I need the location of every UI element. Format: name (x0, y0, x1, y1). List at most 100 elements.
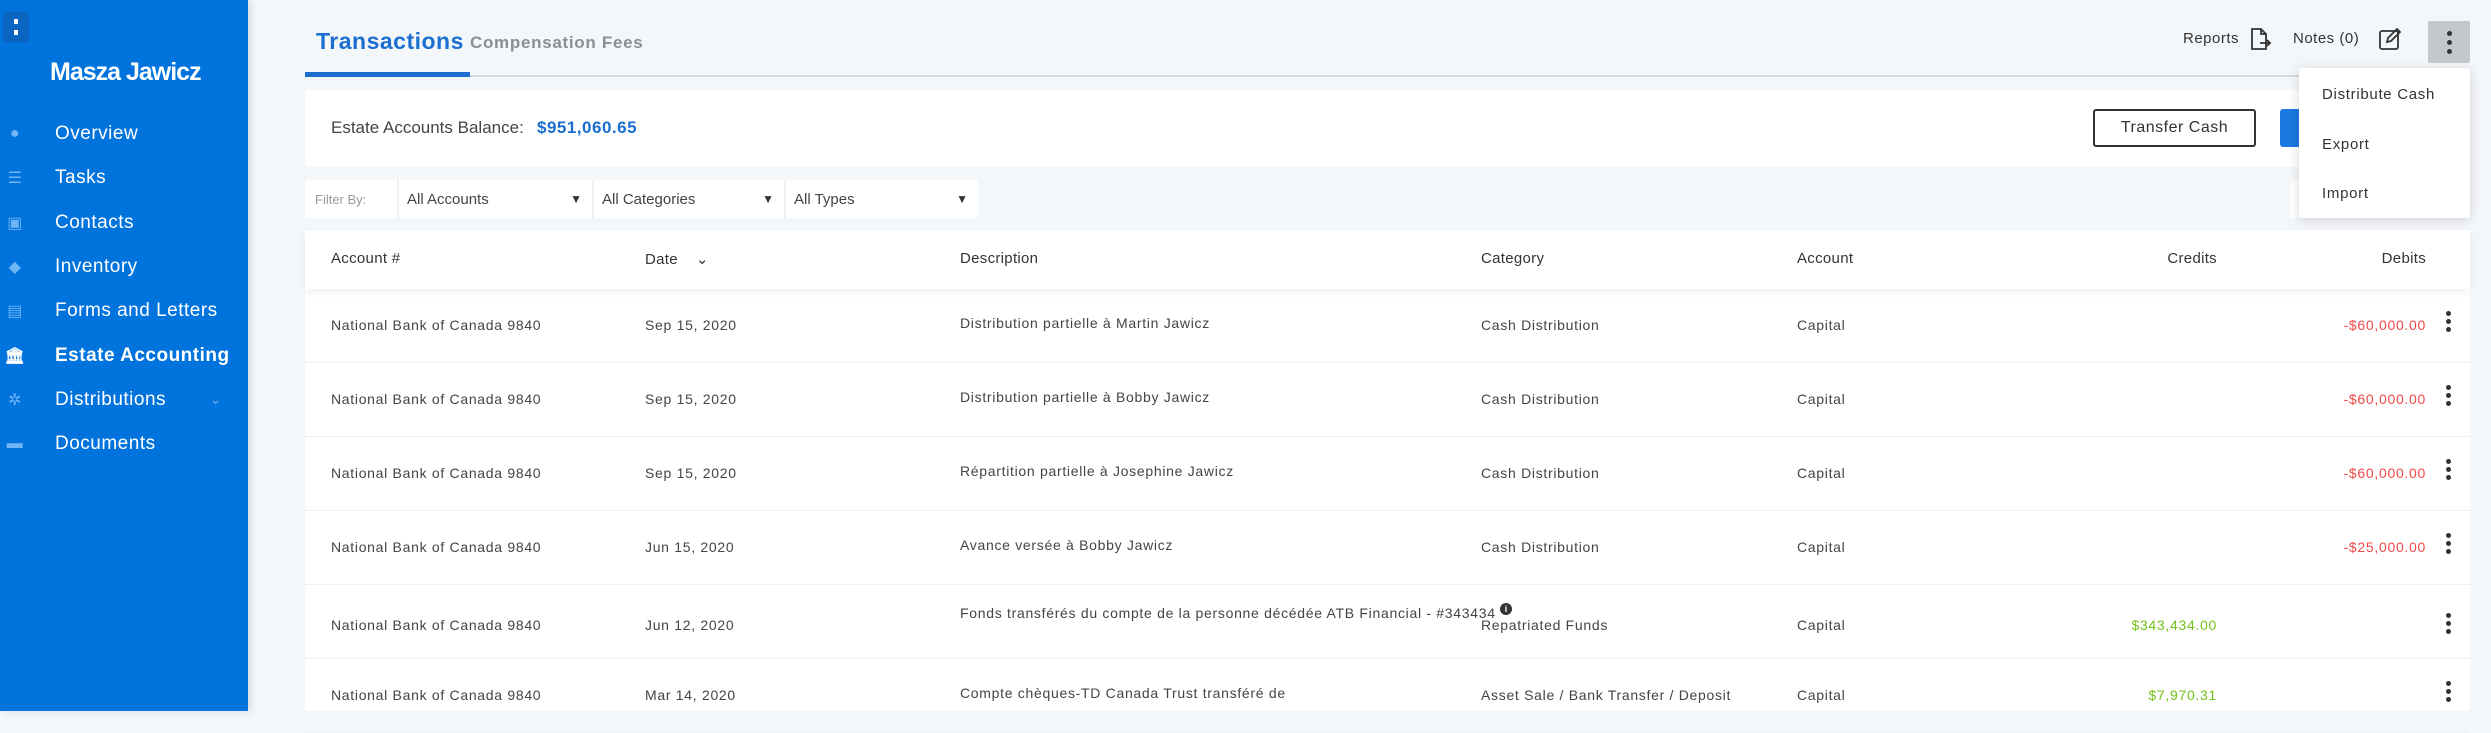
menu-item-export[interactable]: Export (2322, 136, 2370, 153)
transfer-cash-button[interactable]: Transfer Cash (2093, 109, 2256, 147)
tab-divider (305, 75, 2470, 77)
sidebar-item-documents[interactable]: ▬ Documents (0, 424, 248, 464)
row-more-options-button[interactable] (2446, 613, 2451, 634)
sidebar-item-label: Distributions (55, 388, 167, 410)
caret-down-icon: ▼ (570, 192, 582, 206)
cell-account-number: National Bank of Canada 9840 (331, 317, 542, 333)
notes-link[interactable]: Notes (0) (2293, 30, 2359, 47)
table-row[interactable]: National Bank of Canada 9840 Sep 15, 2020… (305, 289, 2470, 363)
header-date[interactable]: Date ⌄ (645, 250, 709, 268)
table-row[interactable]: National Bank of Canada 9840 Jun 12, 2020… (305, 585, 2470, 659)
cell-category: Asset Sale / Bank Transfer / Deposit (1481, 687, 1732, 703)
cell-account: Capital (1797, 539, 1846, 555)
categories-filter-value: All Categories (602, 190, 696, 208)
row-more-options-button[interactable] (2446, 533, 2451, 554)
row-more-options-button[interactable] (2446, 311, 2451, 332)
sidebar-item-inventory[interactable]: ◆ Inventory (0, 247, 248, 287)
types-filter-select[interactable]: All Types ▼ (784, 180, 978, 218)
info-icon[interactable]: i (1500, 603, 1513, 616)
cell-description: Répartition partielle à Josephine Jawicz (960, 459, 1520, 484)
cell-description: Distribution partielle à Bobby Jawicz (960, 385, 1520, 410)
filter-label: Filter By: (315, 191, 367, 207)
cell-debit: -$25,000.00 (2343, 539, 2426, 555)
sidebar-item-label: Tasks (55, 167, 107, 189)
menu-item-distribute-cash[interactable]: Distribute Cash (2322, 86, 2435, 103)
header-account[interactable]: Account (1797, 250, 1853, 267)
table-row[interactable]: National Bank of Canada 9840 Jun 15, 2020… (305, 511, 2470, 585)
menu-item-import[interactable]: Import (2322, 185, 2369, 202)
cell-category: Cash Distribution (1481, 317, 1600, 333)
sidebar-item-label: Contacts (55, 211, 134, 233)
sidebar-item-contacts[interactable]: ▣ Contacts (0, 203, 248, 243)
cell-account-number: National Bank of Canada 9840 (331, 617, 542, 633)
more-options-button[interactable] (2428, 21, 2470, 63)
table-row[interactable]: National Bank of Canada 9840 Sep 15, 2020… (305, 437, 2470, 511)
reports-link[interactable]: Reports (2183, 30, 2239, 47)
row-more-options-button[interactable] (2446, 459, 2451, 480)
sidebar-item-forms-and-letters[interactable]: ▤ Forms and Letters (0, 291, 248, 331)
tab-transactions[interactable]: Transactions (316, 28, 464, 55)
bank-icon: 🏛 (4, 347, 26, 365)
header-account-number[interactable]: Account # (331, 250, 400, 267)
network-icon: ✲ (8, 391, 22, 409)
folder-icon: ▬ (6, 435, 24, 453)
clock-icon: ● (9, 125, 21, 142)
categories-filter-select[interactable]: All Categories ▼ (592, 180, 784, 218)
sidebar-item-label: Documents (55, 433, 156, 455)
cell-account: Capital (1797, 391, 1846, 407)
document-edit-icon: ▤ (7, 303, 23, 321)
cell-account-number: National Bank of Canada 9840 (331, 687, 542, 703)
header-debits[interactable]: Debits (2326, 250, 2426, 267)
chevron-down-icon: ⌄ (695, 251, 709, 268)
cell-account: Capital (1797, 317, 1846, 333)
balance-value: $951,060.65 (537, 118, 638, 137)
sidebar-item-estate-accounting[interactable]: 🏛 Estate Accounting (0, 336, 248, 376)
cell-description: Avance versée à Bobby Jawicz (960, 533, 1520, 558)
cell-category: Repatriated Funds (1481, 617, 1609, 633)
row-more-options-button[interactable] (2446, 385, 2451, 406)
sidebar-item-label: Inventory (55, 255, 138, 277)
description-text: Avance versée à Bobby Jawicz (960, 537, 1174, 553)
sidebar-item-label: Estate Accounting (55, 344, 230, 366)
reports-export-icon[interactable] (2248, 27, 2272, 56)
cell-date: Sep 15, 2020 (645, 391, 737, 407)
cell-date: Sep 15, 2020 (645, 465, 737, 481)
cell-credit: $343,434.00 (2131, 617, 2217, 633)
sidebar-item-tasks[interactable]: ☰ Tasks (0, 158, 248, 198)
menu-toggle-button[interactable] (3, 12, 29, 42)
description-text: Fonds transférés du compte de la personn… (960, 605, 1496, 621)
user-name: Masza Jawicz (50, 58, 202, 86)
description-text: Distribution partielle à Bobby Jawicz (960, 389, 1211, 405)
edit-icon[interactable] (2378, 27, 2402, 56)
header-description[interactable]: Description (960, 250, 1038, 267)
cell-description: Distribution partielle à Martin Jawicz (960, 311, 1520, 336)
cell-account-number: National Bank of Canada 9840 (331, 465, 542, 481)
box-icon: ◆ (8, 258, 22, 276)
cell-debit: -$60,000.00 (2343, 465, 2426, 481)
contact-card-icon: ▣ (7, 214, 23, 232)
cell-account: Capital (1797, 687, 1846, 703)
active-tab-indicator (305, 72, 470, 77)
balance-label: Estate Accounts Balance: (331, 118, 524, 137)
accounts-filter-select[interactable]: All Accounts ▼ (397, 180, 592, 218)
cell-date: Jun 12, 2020 (645, 617, 735, 633)
caret-down-icon: ▼ (956, 192, 968, 206)
cell-date: Mar 14, 2020 (645, 687, 736, 703)
tab-compensation-fees[interactable]: Compensation Fees (470, 33, 643, 53)
sidebar-item-distributions[interactable]: ✲ Distributions ⌄ (0, 380, 248, 420)
table-row[interactable]: National Bank of Canada 9840 Sep 15, 2020… (305, 363, 2470, 437)
list-icon: ☰ (7, 170, 23, 188)
row-more-options-button[interactable] (2446, 681, 2451, 702)
sidebar-item-label: Forms and Letters (55, 300, 218, 322)
header-category[interactable]: Category (1481, 250, 1544, 267)
more-options-menu: Distribute Cash Export Import (2299, 68, 2470, 218)
header-date-label: Date (645, 251, 678, 268)
chevron-down-icon: ⌄ (209, 391, 222, 408)
cell-credit: $7,970.31 (2148, 687, 2217, 703)
table-row[interactable]: National Bank of Canada 9840 Mar 14, 2020… (305, 659, 2470, 733)
sidebar-item-overview[interactable]: ● Overview (0, 114, 248, 154)
sidebar-item-label: Overview (55, 123, 139, 144)
header-credits[interactable]: Credits (2117, 250, 2217, 267)
accounts-filter-value: All Accounts (407, 190, 489, 208)
cell-account: Capital (1797, 617, 1846, 633)
